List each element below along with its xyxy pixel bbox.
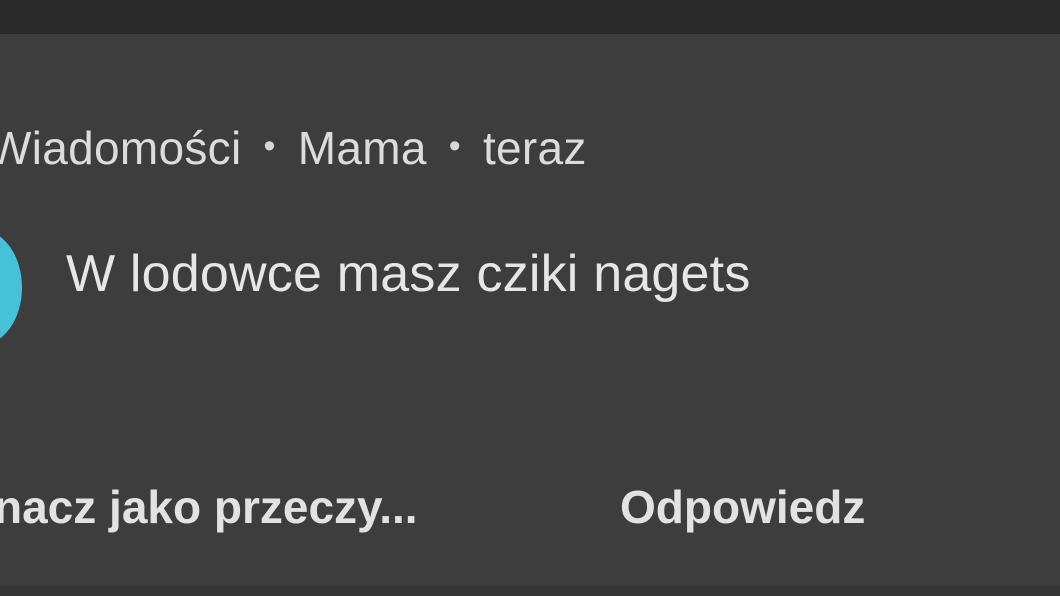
- avatar: [0, 230, 22, 345]
- app-name: Wiadomości: [0, 122, 242, 174]
- status-bar-strip: [0, 0, 1060, 34]
- separator-dot: •: [448, 126, 461, 165]
- message-text[interactable]: W lodowce masz cziki nagets: [66, 244, 751, 304]
- sender-name: Mama: [297, 122, 427, 174]
- notification-card[interactable]: Wiadomości • Mama • teraz W lodowce masz…: [0, 0, 1060, 596]
- notification-time: teraz: [482, 122, 587, 174]
- notification-header: Wiadomości • Mama • teraz: [0, 118, 587, 178]
- separator-dot: •: [263, 126, 276, 165]
- reply-button[interactable]: Odpowiedz: [620, 480, 865, 534]
- bottom-edge: [0, 586, 1060, 596]
- mark-as-read-button[interactable]: nacz jako przeczy...: [0, 480, 418, 534]
